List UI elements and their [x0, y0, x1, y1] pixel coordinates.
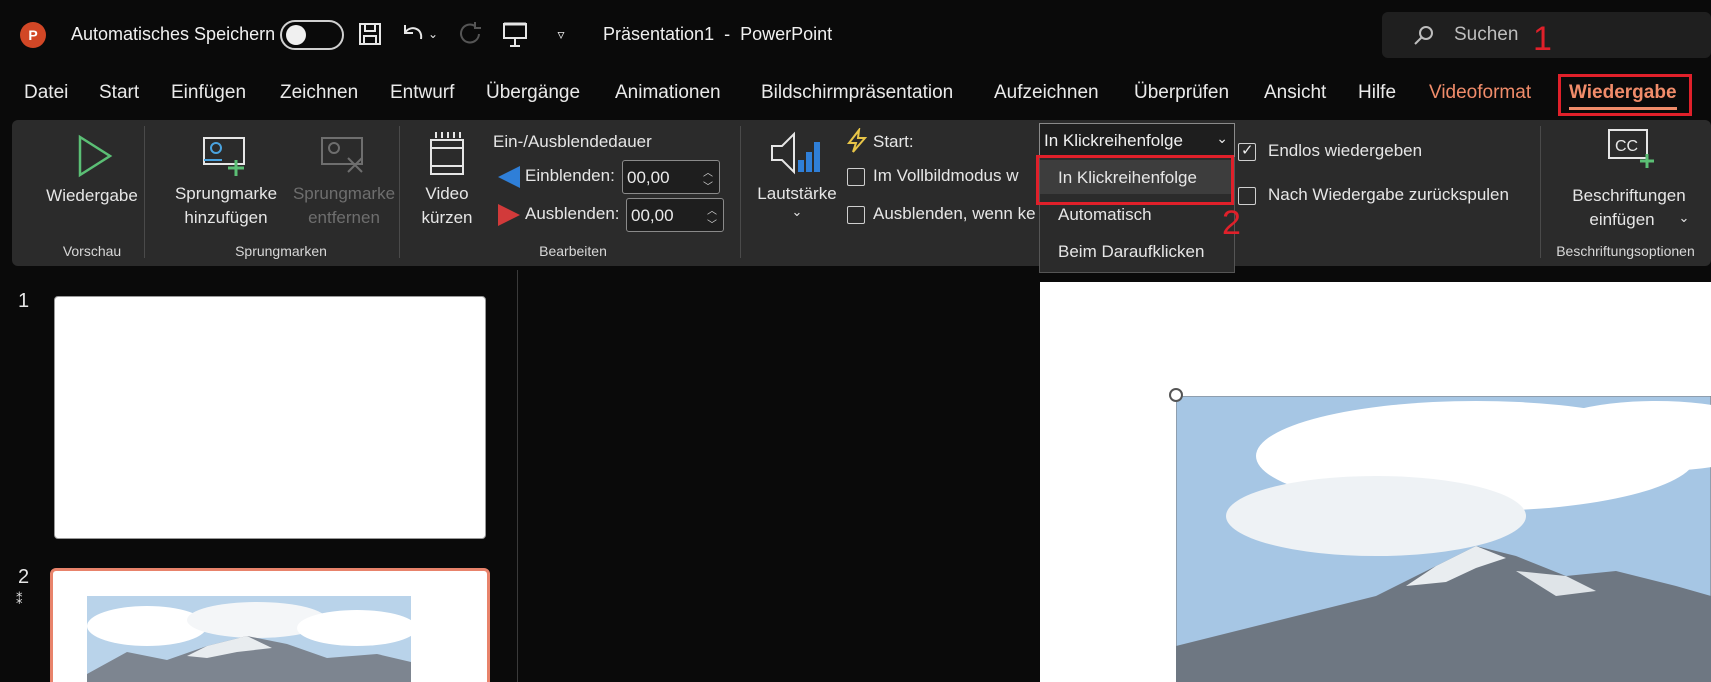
document-title: Präsentation1 - PowerPoint	[603, 24, 833, 44]
lightning-icon	[846, 128, 868, 153]
tab-zeichnen[interactable]: Zeichnen	[280, 82, 358, 104]
separator	[1540, 126, 1541, 258]
spin-down-icon[interactable]: ﹀	[703, 178, 713, 193]
video-frame-mountain-image[interactable]	[1176, 396, 1711, 682]
fullscreen-label: Im Vollbildmodus w	[873, 166, 1019, 185]
tab-hilfe[interactable]: Hilfe	[1358, 82, 1396, 104]
autosave-toggle[interactable]	[280, 20, 344, 50]
volume-label: Lautstärke	[757, 184, 837, 203]
spin-down-icon[interactable]: ﹀	[707, 216, 717, 231]
add-bookmark-icon	[203, 137, 245, 176]
remove-bookmark-label-line2: entfernen	[308, 208, 380, 227]
fade-out-value: 00,00	[631, 206, 674, 225]
ribbon-tabs: Datei Start Einfügen Zeichnen Entwurf Üb…	[0, 70, 1711, 120]
closed-captions-icon: CC	[1608, 129, 1654, 168]
insert-captions-button[interactable]: CC Beschriftungen einfügen ⌄	[1547, 124, 1711, 232]
tab-datei[interactable]: Datei	[24, 82, 68, 104]
svg-text:CC: CC	[1615, 138, 1638, 155]
group-label-beschriftungsoptionen: Beschriftungsoptionen	[1556, 243, 1695, 259]
powerpoint-logo-icon: P	[20, 22, 46, 48]
trim-video-label-line2: kürzen	[421, 208, 473, 227]
slide-number: 2	[18, 566, 30, 588]
animation-marker-icon: ⁑	[16, 592, 23, 607]
separator	[740, 126, 741, 258]
fade-out-spinner[interactable]: 00,00 ︿ ﹀	[626, 198, 724, 232]
start-combobox[interactable]: In Klickreihenfolge ⌄	[1039, 123, 1235, 157]
redo-icon	[456, 18, 486, 50]
insert-captions-label-line2: einfügen	[1589, 210, 1655, 229]
group-label-bearbeiten: Bearbeiten	[539, 243, 607, 259]
fade-in-label: Einblenden:	[525, 166, 615, 185]
tab-uebergaenge[interactable]: Übergänge	[486, 82, 580, 104]
start-label: Start:	[873, 132, 914, 151]
tab-ansicht[interactable]: Ansicht	[1264, 82, 1326, 104]
chevron-down-icon[interactable]: ⌄	[1216, 130, 1228, 147]
fade-in-value: 00,00	[627, 168, 670, 187]
ribbon-wiedergabe: Wiedergabe Vorschau Sprungmarke hinzufüg…	[12, 120, 1711, 266]
slide-thumbnail-2[interactable]	[50, 568, 490, 682]
tab-videoformat[interactable]: Videoformat	[1429, 82, 1531, 104]
customize-toolbar-icon[interactable]: ▿	[546, 18, 576, 50]
trim-video-icon	[430, 132, 464, 175]
mountain-image-thumbnail	[87, 596, 411, 682]
fullscreen-checkbox[interactable]	[847, 168, 865, 186]
play-icon	[78, 134, 113, 178]
save-icon[interactable]	[355, 18, 385, 50]
remove-bookmark-icon	[321, 137, 363, 173]
tab-ueberpruefen[interactable]: Überprüfen	[1134, 82, 1229, 104]
separator	[399, 126, 400, 258]
trim-video-label-line1: Video	[425, 184, 469, 203]
slide-number: 1	[18, 290, 30, 312]
tab-aufzeichnen[interactable]: Aufzeichnen	[994, 82, 1099, 104]
spin-up-icon[interactable]: ︿	[703, 164, 713, 179]
group-label-sprungmarken: Sprungmarken	[235, 243, 327, 259]
presentation-icon[interactable]	[500, 18, 530, 50]
rewind-checkbox[interactable]	[1238, 187, 1256, 205]
fade-in-icon	[498, 166, 520, 188]
remove-bookmark-button: Sprungmarke entfernen	[274, 124, 414, 232]
fade-duration-title: Ein-/Ausblendedauer	[493, 132, 652, 151]
volume-button[interactable]: Lautstärke ⌄	[752, 124, 842, 232]
annotation-number-2: 2	[1222, 204, 1241, 242]
resize-handle-top-left[interactable]	[1169, 388, 1183, 402]
start-combobox-value: In Klickreihenfolge	[1044, 131, 1183, 150]
loop-label: Endlos wiedergeben	[1268, 141, 1423, 160]
play-label: Wiedergabe	[46, 186, 138, 205]
slide-thumbnail-1[interactable]	[54, 296, 486, 539]
fade-out-icon	[498, 204, 520, 226]
search-icon	[1412, 24, 1436, 53]
slide-editing-canvas[interactable]	[1040, 282, 1711, 682]
hide-when-not-playing-label: Ausblenden, wenn ke	[873, 204, 1036, 223]
insert-captions-label-line1: Beschriftungen	[1572, 186, 1686, 205]
rewind-label: Nach Wiedergabe zurückspulen	[1268, 185, 1509, 204]
remove-bookmark-label-line1: Sprungmarke	[292, 184, 396, 203]
tab-entwurf[interactable]: Entwurf	[390, 82, 454, 104]
search-placeholder: Suchen	[1454, 24, 1519, 45]
volume-chevron-down-icon: ⌄	[791, 204, 803, 219]
highlight-box-wiedergabe	[1558, 74, 1692, 116]
annotation-number-1: 1	[1533, 20, 1552, 58]
group-label-vorschau: Vorschau	[62, 243, 122, 259]
tab-einfuegen[interactable]: Einfügen	[171, 82, 246, 104]
dropdown-option-beim-daraufklicken[interactable]: Beim Daraufklicken	[1040, 234, 1234, 268]
tab-bildschirmpraesentation[interactable]: Bildschirmpräsentation	[761, 82, 953, 104]
autosave-label: Automatisches Speichern	[71, 24, 276, 44]
tab-start[interactable]: Start	[99, 82, 139, 104]
highlight-box-dropdown-option	[1036, 155, 1234, 205]
hide-when-not-playing-checkbox[interactable]	[847, 206, 865, 224]
volume-icon	[771, 131, 820, 175]
title-bar: P Automatisches Speichern ⌄ ▿ Präsentati…	[0, 0, 1711, 70]
captions-chevron-down-icon: ⌄	[1678, 210, 1690, 225]
tab-animationen[interactable]: Animationen	[615, 82, 721, 104]
spin-up-icon[interactable]: ︿	[707, 202, 717, 217]
fade-in-spinner[interactable]: 00,00 ︿ ﹀	[622, 160, 720, 194]
play-button[interactable]: Wiedergabe	[30, 124, 154, 224]
slide-thumbnail-pane: 1 2 ⁑	[0, 270, 518, 682]
separator	[144, 126, 145, 258]
loop-checkbox[interactable]	[1238, 141, 1256, 161]
trim-video-button[interactable]: Video kürzen	[408, 124, 486, 232]
undo-dropdown-icon[interactable]: ⌄	[426, 18, 440, 50]
fade-out-label: Ausblenden:	[525, 204, 620, 223]
undo-icon[interactable]	[398, 18, 428, 50]
